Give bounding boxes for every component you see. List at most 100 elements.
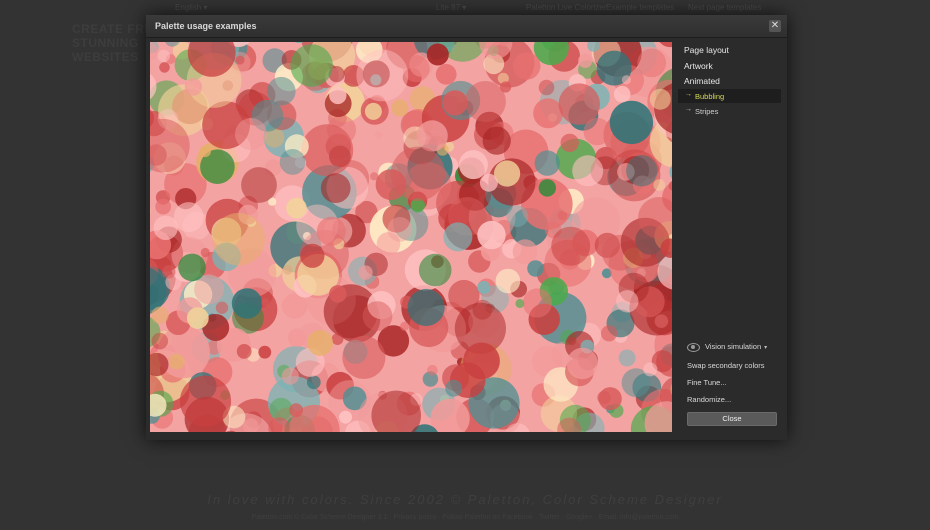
bubble (215, 301, 229, 314)
footer-tagline: In love with colors. Since 2002 © Palett… (207, 492, 723, 507)
bubble (659, 42, 672, 48)
footer-links[interactable]: Paletton.com © Color Scheme Designer 3.1… (0, 514, 930, 521)
bubble (482, 126, 511, 155)
bubble (618, 349, 636, 367)
bubble (479, 173, 498, 192)
bubble (649, 88, 671, 110)
bubble (387, 217, 413, 242)
topbar-link-templates[interactable]: Next page templates (688, 3, 761, 12)
bubble (443, 222, 473, 252)
bubble (150, 208, 151, 215)
bubble (179, 375, 232, 427)
swap-secondary-colors-link[interactable]: Swap secondary colors (687, 361, 765, 370)
bubble (329, 285, 347, 303)
bubble (435, 63, 457, 85)
bubble (289, 403, 303, 417)
bubble (533, 98, 563, 129)
modal-header: Palette usage examples ✕ (146, 15, 787, 38)
bubble (199, 145, 211, 158)
menu-page-layout[interactable]: Page layout (684, 45, 729, 55)
bubble (258, 345, 272, 359)
vision-simulation-dropdown[interactable]: Vision simulation ▾ (687, 342, 767, 352)
bubble (316, 216, 346, 246)
bubble (522, 288, 552, 318)
bubble (200, 247, 210, 258)
fine-tune-link[interactable]: Fine Tune... (687, 378, 727, 387)
bubble (442, 90, 468, 116)
bubble (186, 307, 209, 329)
bubble (495, 268, 521, 294)
bubble (391, 99, 409, 117)
bubble (613, 85, 631, 103)
bubble (494, 160, 521, 187)
bubble (212, 212, 265, 266)
bubble (653, 179, 666, 191)
bubble (538, 79, 555, 96)
submenu-stripes[interactable]: → Stripes (678, 104, 781, 118)
bubble (458, 150, 488, 180)
chevron-down-icon: ▾ (764, 345, 768, 351)
bubble (477, 280, 491, 294)
bubble (445, 379, 463, 397)
bubble (427, 364, 438, 376)
bubble (463, 342, 500, 380)
language-selector[interactable]: English ▾ (175, 3, 207, 12)
bubble (307, 330, 333, 356)
bubbling-animation-canvas (150, 42, 672, 432)
vision-simulation-label: Vision simulation (705, 342, 762, 351)
bubble (300, 243, 325, 268)
bubble (551, 226, 591, 266)
bubble (157, 49, 170, 63)
bubble (566, 347, 599, 380)
bubble (362, 301, 393, 331)
bubble (512, 239, 538, 265)
arrow-right-icon: → (685, 106, 692, 113)
arrow-right-icon: → (685, 91, 692, 98)
bubble (168, 353, 185, 370)
bubble (339, 410, 352, 424)
bubble (626, 155, 658, 187)
bubble (374, 131, 383, 140)
bubble (241, 167, 277, 203)
close-icon[interactable]: ✕ (769, 20, 781, 32)
bubble (356, 49, 409, 102)
bubble (236, 344, 252, 359)
version-selector[interactable]: Lite 87 ▾ (436, 3, 466, 12)
bubble (506, 205, 529, 227)
bubble (159, 62, 170, 73)
bubble (281, 367, 299, 385)
bubble (178, 253, 206, 282)
bubble (527, 260, 544, 277)
eye-icon (687, 342, 700, 352)
bubble (287, 328, 307, 347)
bubble (400, 321, 410, 331)
menu-artwork[interactable]: Artwork (684, 61, 713, 71)
bubble (583, 117, 611, 146)
close-button[interactable]: Close (687, 412, 777, 426)
bubble (464, 81, 506, 122)
bubble (342, 335, 386, 379)
bubble (407, 288, 445, 327)
bubble (538, 179, 556, 197)
bubble (426, 43, 449, 66)
topbar-link-examples[interactable]: Example templates (606, 3, 674, 12)
bubble (418, 253, 452, 287)
randomize-link[interactable]: Randomize... (687, 395, 731, 404)
bubble (306, 375, 321, 390)
bubble (621, 75, 631, 85)
menu-animated[interactable]: Animated (684, 76, 720, 86)
bubble (153, 215, 178, 240)
submenu-bubbling[interactable]: → Bubbling (678, 89, 781, 103)
bubble (279, 149, 306, 175)
bubble (173, 202, 204, 233)
live-colorizer-link[interactable]: Paletton Live Colorizer (526, 3, 606, 12)
bubble (390, 146, 446, 201)
bubble (616, 290, 639, 313)
bubble (155, 198, 172, 215)
bubble (512, 52, 541, 80)
bubble (643, 362, 658, 377)
palette-usage-modal: Palette usage examples ✕ Page layout Art… (146, 15, 787, 440)
bubble (578, 53, 593, 68)
submenu-label: Bubbling (695, 92, 725, 101)
bubble (534, 150, 560, 176)
